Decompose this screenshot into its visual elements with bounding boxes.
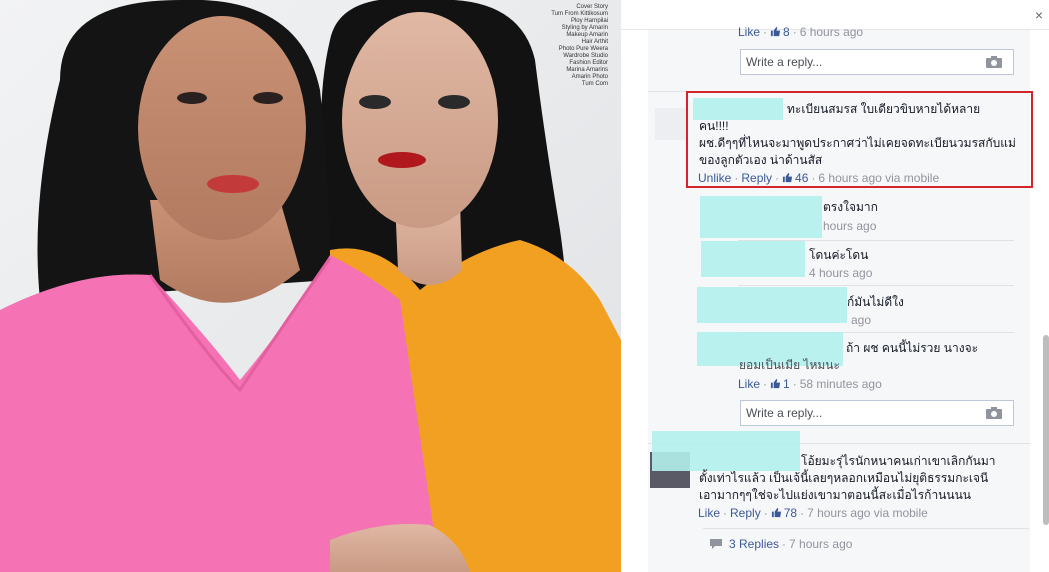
thumbs-up-icon [770,378,781,389]
avatar[interactable] [655,108,687,140]
like-link[interactable]: Like [738,25,760,39]
timestamp: 58 minutes ago [799,377,882,391]
timestamp: hours ago [823,219,877,233]
thumbs-up-icon [770,26,781,37]
reply-input[interactable] [741,50,981,74]
credit-line: Ploy Harnpilai [570,18,608,24]
reply-text-line: ยอมเป็นเมีย ไหมนะ [739,358,840,372]
reply-text: ตรงใจมาก [823,200,878,214]
like-count[interactable]: 8 [770,25,790,39]
credit-line: Wardrobe Studio [563,53,608,59]
comment-meta: Like · Reply · 78 · 7 hours ago via mobile [698,506,928,520]
like-link[interactable]: Like [738,377,760,391]
divider [703,528,1029,529]
timestamp: 4 hours ago [809,266,873,280]
credit-line: Styling by Amarin [561,25,608,31]
reply-text-line: ถ้า ผช คนนี้ไม่รวย นางจะ [846,341,979,355]
comments-panel: × Like·8·6 hours ago ทะเบียนสมรส ใบเดียว… [621,0,1049,572]
comment-text-line: เอามากๆๆใช่จะไปแย่งเขามาตอนนี้สะเมื่อไรก… [699,488,971,502]
timestamp: 7 hours ago via mobile [807,506,928,520]
credit-line: Fashion Editor [569,60,608,66]
timestamp: ago [851,313,872,327]
reply-link[interactable]: Reply [730,506,761,520]
credit-line: Amarin Photo [571,74,608,80]
reply-meta: Like · 8 · 6 hours ago [738,25,864,39]
photo-image [0,0,621,572]
reply-text: ก์มันไม่ดีใง [847,295,904,309]
reply-input[interactable] [741,401,981,425]
scrollbar[interactable] [1043,335,1049,525]
highlight-box [686,91,1033,188]
reply-meta: Like · 1 · 58 minutes ago [738,377,882,391]
credit-line: Tum Com [581,81,608,87]
thumbs-up-icon [771,507,781,518]
redacted-name [652,431,800,471]
post-photo[interactable]: Cover Story Tum From Kittikosum Ploy Har… [0,0,621,572]
like-count[interactable]: 78 [771,506,797,520]
credit-line: Photo Pure Weera [558,46,608,52]
like-link[interactable]: Like [698,506,720,520]
timestamp: 6 hours ago [799,25,864,39]
view-replies-link[interactable]: 3 Replies [729,537,779,551]
credit-line: Cover Story [576,4,608,10]
reply-text: โดนค่ะโดน [809,248,869,262]
credit-line: Hair Arthit [581,39,608,45]
camera-icon[interactable] [985,55,1003,69]
reply-box[interactable] [740,400,1014,426]
redacted-reply [697,287,847,323]
comment-text-line: ตั้งเท่าไรแล้ว เป็นเจ้นี้เลยๆหลอกเหมือนไ… [699,471,989,485]
reply-arrow-icon [710,539,722,549]
like-count[interactable]: 1 [770,377,790,391]
comment-text-line: โอ้ยมะรุ่ไรนักหนาคนเก่าเขาเลิกกันมา [801,454,996,468]
reply-box[interactable] [740,49,1014,75]
redacted-reply [700,196,822,238]
divider [738,285,1014,286]
credit-line: Marina Amarins [566,67,608,73]
close-icon[interactable]: × [1035,7,1043,23]
credit-line: Makeup Amarin [566,32,608,38]
magazine-credits: Cover Story Tum From Kittikosum Ploy Har… [536,4,608,88]
view-replies[interactable]: 3 Replies · 7 hours ago [709,537,852,551]
camera-icon[interactable] [985,406,1003,420]
redacted-reply [701,241,805,277]
credit-line: Tum From Kittikosum [551,11,608,17]
timestamp: 7 hours ago [789,537,853,551]
